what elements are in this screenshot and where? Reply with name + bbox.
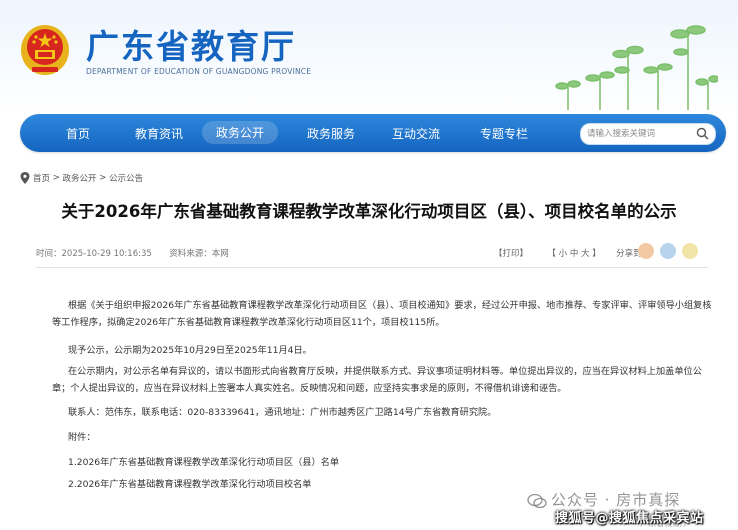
nav-item-news[interactable]: 教育资讯 xyxy=(135,125,183,142)
attachments-label: 附件： xyxy=(52,430,712,447)
weibo-share-icon[interactable] xyxy=(682,243,698,259)
paragraph-text: 在公示期内，对公示名单有异议的，请以书面形式向省教育厅反映，并提供联系方式、异议… xyxy=(52,366,702,394)
search-box xyxy=(580,123,716,145)
paragraph-text: 根据《关于组织申报2026年广东省基础教育课程教学改革深化行动项目区（县）、项目… xyxy=(52,300,712,328)
qzone-share-icon[interactable] xyxy=(660,243,676,259)
breadcrumb-gov-open[interactable]: 政务公开 xyxy=(63,174,97,184)
attachment-link-text[interactable]: 2.2026年广东省基础教育课程教学改革深化行动项目校名单 xyxy=(68,479,311,490)
breadcrumb-separator: > xyxy=(50,173,63,183)
national-emblem-icon xyxy=(21,25,69,75)
site-title[interactable]: 广东省教育厅 xyxy=(86,20,296,68)
wechat-logo-icon xyxy=(527,493,547,508)
paragraph-text: 联系人：范伟东，联系电话：020-83339641，通讯地址：广州市越秀区广卫路… xyxy=(68,407,497,418)
font-size-control[interactable]: 【 小 中 大 】 xyxy=(547,249,600,259)
location-pin-icon xyxy=(20,172,30,184)
sprout-decoration xyxy=(555,25,718,110)
sohu-watermark: 搜狐号@搜狐焦点采宾站 xyxy=(555,511,704,526)
breadcrumb-home[interactable]: 首页 xyxy=(33,174,50,184)
nav-item-gov-service[interactable]: 政务服务 xyxy=(307,125,355,142)
attachment-link-1[interactable]: 1.2026年广东省基础教育课程教学改革深化行动项目区（县）名单 xyxy=(52,455,712,472)
article-source: 资料来源：本网 xyxy=(169,249,229,259)
search-icon[interactable] xyxy=(696,127,709,140)
breadcrumb-notices[interactable]: 公示公告 xyxy=(109,174,143,184)
article-tools: 【打印】 【 小 中 大 】 分享到： xyxy=(494,247,650,259)
print-button[interactable]: 【打印】 xyxy=(494,249,528,259)
nav-item-gov-open[interactable]: 政务公开 xyxy=(202,121,279,144)
nav-item-home[interactable]: 首页 xyxy=(66,125,90,142)
paragraph-objection: 在公示期内，对公示名单有异议的，请以书面形式向省教育厅反映，并提供联系方式、异议… xyxy=(52,364,712,397)
article-title: 关于2026年广东省基础教育课程教学改革深化行动项目区（县）、项目校名单的公示 xyxy=(61,202,677,221)
site-header: 广东省教育厅 DEPARTMENT OF EDUCATION OF GUANGD… xyxy=(0,0,738,112)
wechat-share-icon[interactable] xyxy=(638,243,654,259)
nav-item-interaction[interactable]: 互动交流 xyxy=(392,125,440,142)
nav-item-special-topics[interactable]: 专题专栏 xyxy=(480,125,528,142)
publish-time: 时间：2025-10-29 10:16:35 xyxy=(36,249,152,259)
breadcrumb-separator: > xyxy=(96,173,110,183)
paragraph-text: 附件： xyxy=(68,432,96,443)
paragraph-period: 现予公示，公示期为2025年10月29日至2025年11月4日。 xyxy=(52,343,712,360)
search-input[interactable] xyxy=(587,124,691,144)
paragraph-text: 现予公示，公示期为2025年10月29日至2025年11月4日。 xyxy=(68,345,312,356)
article-meta: 时间：2025-10-29 10:16:35 资料来源：本网 xyxy=(36,247,229,259)
paragraph-basis: 根据《关于组织申报2026年广东省基础教育课程教学改革深化行动项目区（县）、项目… xyxy=(52,298,712,331)
breadcrumb: 首页 > 政务公开 > 公示公告 xyxy=(20,172,143,186)
site-subtitle: DEPARTMENT OF EDUCATION OF GUANGDONG PRO… xyxy=(86,67,312,76)
attachment-link-text[interactable]: 1.2026年广东省基础教育课程教学改革深化行动项目区（县）名单 xyxy=(68,457,339,468)
paragraph-contact: 联系人：范伟东，联系电话：020-83339641，通讯地址：广州市越秀区广卫路… xyxy=(52,405,712,422)
divider xyxy=(36,267,708,268)
